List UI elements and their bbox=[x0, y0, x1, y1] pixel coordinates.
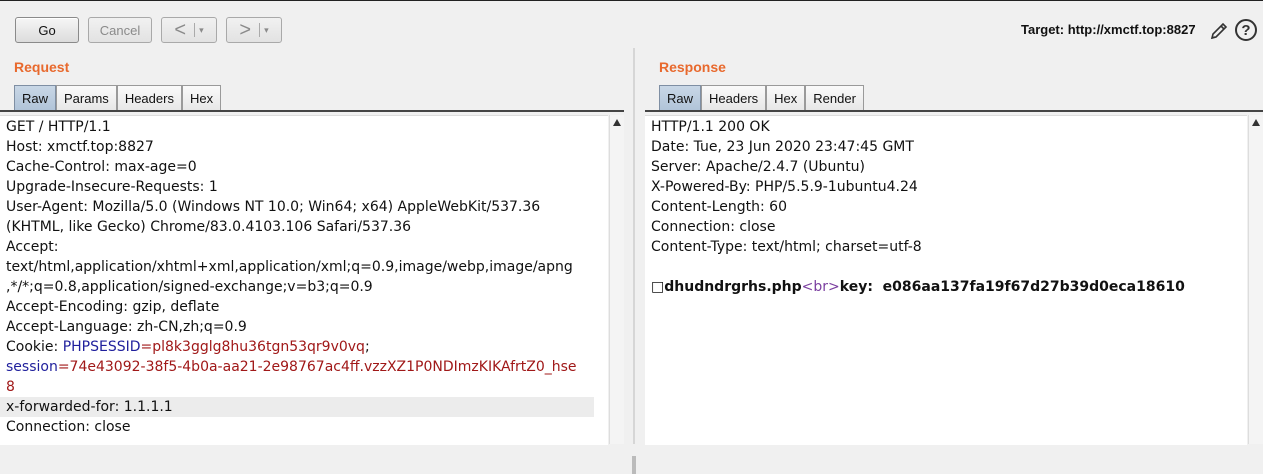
body-key: key: e086aa137fa19f67d27b39d0eca18610 bbox=[839, 279, 1185, 295]
response-line: Server: Apache/2.4.7 (Ubuntu) bbox=[651, 159, 866, 175]
tab-headers[interactable]: Headers bbox=[116, 85, 182, 111]
back-arrow-icon: < bbox=[174, 19, 187, 41]
request-line: text/html,application/xhtml+xml,applicat… bbox=[6, 259, 573, 275]
response-line: Connection: close bbox=[651, 219, 776, 235]
tab-render[interactable]: Render bbox=[805, 85, 864, 111]
cookie-prefix: Cookie: bbox=[6, 339, 63, 355]
cookie-value: =74e43092-38f5-4b0a-aa21-2e98767ac4ff.vz… bbox=[57, 359, 577, 375]
tab-underline bbox=[645, 110, 1263, 112]
tab-hex[interactable]: Hex bbox=[181, 85, 222, 111]
request-scrollbar[interactable] bbox=[609, 115, 624, 444]
go-button[interactable]: Go bbox=[15, 17, 79, 43]
response-tabs: Raw Headers Hex Render bbox=[659, 85, 864, 111]
forward-button[interactable]: > ▾ bbox=[226, 17, 282, 43]
separator bbox=[194, 23, 196, 37]
response-scrollbar[interactable] bbox=[1248, 115, 1263, 444]
request-title: Request bbox=[14, 59, 70, 75]
cookie-value: =pl8k3gglg8hu36tgn53qr9v0vq bbox=[140, 339, 365, 355]
request-line: Accept: bbox=[6, 239, 59, 255]
pencil-icon[interactable] bbox=[1208, 20, 1230, 42]
cookie-line: session=74e43092-38f5-4b0a-aa21-2e98767a… bbox=[6, 357, 594, 377]
cookie-key: session bbox=[6, 359, 58, 375]
request-line: ,*/*;q=0.8,application/signed-exchange;v… bbox=[6, 279, 373, 295]
separator bbox=[259, 23, 261, 37]
tab-params[interactable]: Params bbox=[56, 85, 117, 111]
cookie-value: 8 bbox=[6, 379, 15, 395]
toolbar: Go Cancel < ▾ > ▾ Target: http://xmctf.t… bbox=[0, 0, 1263, 48]
response-line: Date: Tue, 23 Jun 2020 23:47:45 GMT bbox=[651, 139, 914, 155]
dropdown-icon[interactable]: ▾ bbox=[264, 25, 269, 36]
request-line: Accept-Encoding: gzip, deflate bbox=[6, 299, 220, 315]
tab-raw[interactable]: Raw bbox=[659, 85, 702, 111]
response-line: Content-Type: text/html; charset=utf-8 bbox=[651, 239, 922, 255]
html-tag: <br> bbox=[801, 279, 840, 295]
response-title: Response bbox=[659, 59, 726, 75]
pane-splitter[interactable] bbox=[630, 48, 638, 474]
box-glyph: □ bbox=[651, 279, 665, 295]
response-line: X-Powered-By: PHP/5.5.9-1ubuntu4.24 bbox=[651, 179, 918, 195]
request-line: Accept-Language: zh-CN,zh;q=0.9 bbox=[6, 319, 247, 335]
scroll-up-icon[interactable] bbox=[613, 119, 621, 126]
cookie-separator: ; bbox=[364, 339, 370, 355]
scroll-up-icon[interactable] bbox=[1252, 119, 1260, 126]
response-line: Content-Length: 60 bbox=[651, 199, 788, 215]
response-line: HTTP/1.1 200 OK bbox=[651, 119, 770, 135]
request-line: Connection: close bbox=[6, 419, 131, 435]
request-line: User-Agent: Mozilla/5.0 (Windows NT 10.0… bbox=[6, 199, 541, 215]
tab-hex[interactable]: Hex bbox=[766, 85, 806, 111]
request-line-highlighted: x-forwarded-for: 1.1.1.1 bbox=[0, 397, 594, 417]
forward-arrow-icon: > bbox=[239, 19, 252, 41]
response-body-line: □dhudndrgrhs.php<br>key: e086aa137fa19f6… bbox=[651, 277, 1233, 297]
tab-headers[interactable]: Headers bbox=[701, 85, 767, 111]
request-line: Upgrade-Insecure-Requests: 1 bbox=[6, 179, 218, 195]
request-line: Host: xmctf.top:8827 bbox=[6, 139, 154, 155]
response-line bbox=[651, 257, 1233, 277]
help-icon[interactable]: ? bbox=[1235, 19, 1257, 41]
cookie-key: PHPSESSID bbox=[62, 339, 141, 355]
back-button[interactable]: < ▾ bbox=[161, 17, 217, 43]
body-filename: dhudndrgrhs.php bbox=[664, 279, 802, 295]
tab-raw[interactable]: Raw bbox=[14, 85, 57, 111]
request-tabs: Raw Params Headers Hex bbox=[14, 85, 222, 111]
target-label: Target: http://xmctf.top:8827 bbox=[1021, 22, 1196, 37]
request-line: (KHTML, like Gecko) Chrome/83.0.4103.106… bbox=[6, 219, 412, 235]
cookie-line: 8 bbox=[6, 377, 594, 397]
dropdown-icon[interactable]: ▾ bbox=[199, 25, 204, 36]
tab-underline bbox=[0, 110, 624, 112]
cookie-line: Cookie: PHPSESSID=pl8k3gglg8hu36tgn53qr9… bbox=[6, 337, 594, 357]
request-editor[interactable]: GET / HTTP/1.1 Host: xmctf.top:8827 Cach… bbox=[0, 115, 608, 445]
cancel-button[interactable]: Cancel bbox=[88, 17, 152, 43]
request-line: Cache-Control: max-age=0 bbox=[6, 159, 197, 175]
request-line: GET / HTTP/1.1 bbox=[6, 119, 111, 135]
splitter-handle[interactable] bbox=[632, 456, 636, 474]
response-editor[interactable]: HTTP/1.1 200 OK Date: Tue, 23 Jun 2020 2… bbox=[645, 115, 1247, 445]
